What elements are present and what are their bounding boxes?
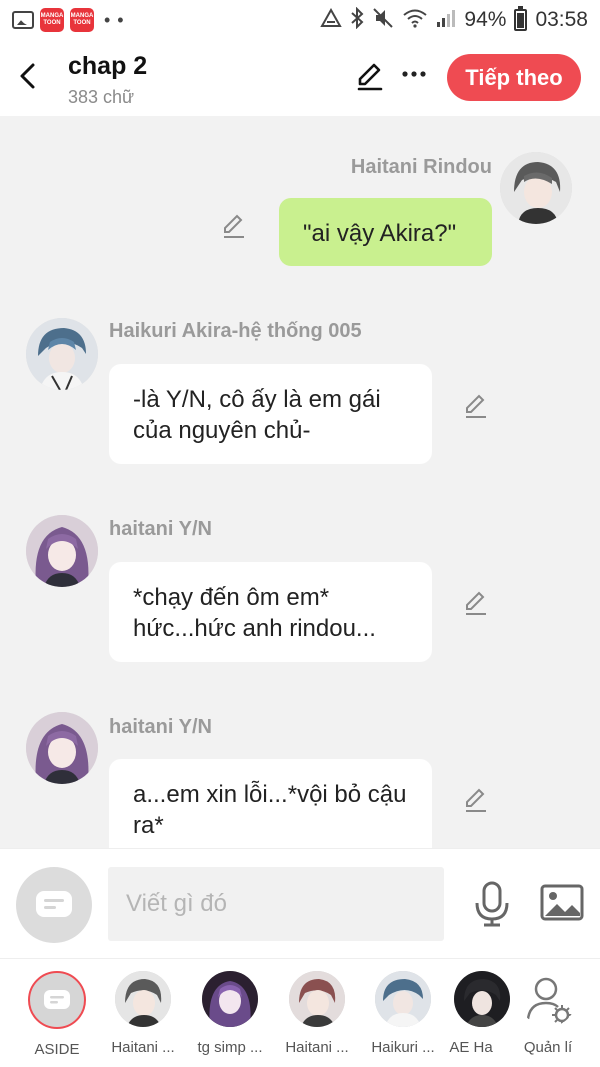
signal-icon: [436, 8, 456, 33]
sender-name: Haikuri Akira-hệ thống 005: [109, 320, 362, 342]
message-bubble[interactable]: -là Y/N, cô ấy là em gái của nguyên chủ-: [109, 364, 432, 464]
mangatoon-app-icon: MANGA TOON: [40, 8, 64, 32]
next-chapter-button[interactable]: Tiếp theo: [447, 54, 581, 101]
message-bubble[interactable]: *chạy đến ôm em* hức...hức anh rindou...: [109, 562, 432, 662]
message-input[interactable]: [108, 867, 444, 941]
sender-name: Haitani Rindou: [350, 156, 492, 178]
message-bubble[interactable]: "ai vậy Akira?": [279, 198, 492, 266]
status-bar-notifications: MANGA TOON MANGA TOON • •: [12, 8, 125, 32]
microphone-icon[interactable]: [473, 881, 511, 927]
sender-name: haitani Y/N: [109, 518, 212, 540]
avatar[interactable]: [26, 712, 98, 784]
mute-icon: [372, 7, 394, 34]
character-item[interactable]: Haikuri ...: [359, 971, 447, 1063]
character-aside[interactable]: ASIDE: [13, 971, 101, 1063]
message-composer: [0, 848, 600, 958]
avatar: [115, 971, 171, 1027]
manage-characters-button[interactable]: Quản lí: [504, 971, 592, 1063]
avatar[interactable]: [26, 515, 98, 587]
battery-percent: 94%: [464, 8, 507, 31]
character-label: ASIDE: [34, 1041, 80, 1058]
sender-name: haitani Y/N: [109, 716, 212, 738]
edit-message-icon[interactable]: [220, 212, 248, 240]
character-label: Quản lí: [523, 1039, 573, 1056]
back-arrow-icon[interactable]: [14, 60, 42, 92]
clock: 03:58: [535, 8, 588, 31]
chapter-title: chap 2: [68, 52, 148, 80]
avatar: [202, 971, 258, 1027]
character-label: AE Ha: [449, 1039, 493, 1056]
more-options-icon[interactable]: [400, 66, 428, 86]
message-bubble[interactable]: a...em xin lỗi...*vội bỏ cậu ra*: [109, 759, 432, 848]
character-item[interactable]: Haitani ...: [99, 971, 187, 1063]
character-label: tg simp ...: [197, 1039, 263, 1056]
gallery-notification-icon: [12, 11, 34, 29]
avatar[interactable]: [26, 318, 98, 390]
character-item[interactable]: Haitani ...: [273, 971, 361, 1063]
aside-mode-button[interactable]: [16, 867, 92, 943]
character-bar: ASIDE Haitani ... tg simp ... Haitani ..…: [0, 958, 600, 1067]
edit-message-icon[interactable]: [462, 589, 490, 617]
chat-area[interactable]: Haitani Rindou "ai vậy Akira?" Haikuri A…: [0, 116, 600, 848]
avatar: [454, 971, 510, 1027]
avatar: [375, 971, 431, 1027]
mangatoon-app-icon: MANGA TOON: [70, 8, 94, 32]
status-bar: MANGA TOON MANGA TOON • • 94% 03:58: [0, 0, 600, 40]
wifi-icon: [402, 8, 428, 33]
data-saver-icon: [320, 7, 343, 33]
edit-message-icon[interactable]: [462, 786, 490, 814]
avatar[interactable]: [500, 152, 572, 224]
battery-icon: [514, 6, 528, 31]
avatar: [289, 971, 345, 1027]
status-bar-system: 94% 03:58: [320, 6, 588, 34]
character-item[interactable]: AE Ha: [446, 971, 510, 1063]
chapter-header: chap 2 383 chữ Tiếp theo: [0, 40, 600, 116]
aside-avatar: [28, 971, 86, 1029]
edit-message-icon[interactable]: [462, 392, 490, 420]
character-label: Haitani ...: [285, 1039, 349, 1056]
character-item[interactable]: tg simp ...: [186, 971, 274, 1063]
image-icon[interactable]: [540, 883, 584, 923]
character-label: Haikuri ...: [371, 1039, 435, 1056]
edit-pencil-icon[interactable]: [354, 60, 386, 92]
bluetooth-icon: [350, 6, 364, 34]
more-notifications-dots: • •: [104, 9, 125, 30]
character-label: Haitani ...: [111, 1039, 175, 1056]
manage-user-icon: [520, 971, 576, 1027]
word-count: 383 chữ: [68, 87, 135, 107]
